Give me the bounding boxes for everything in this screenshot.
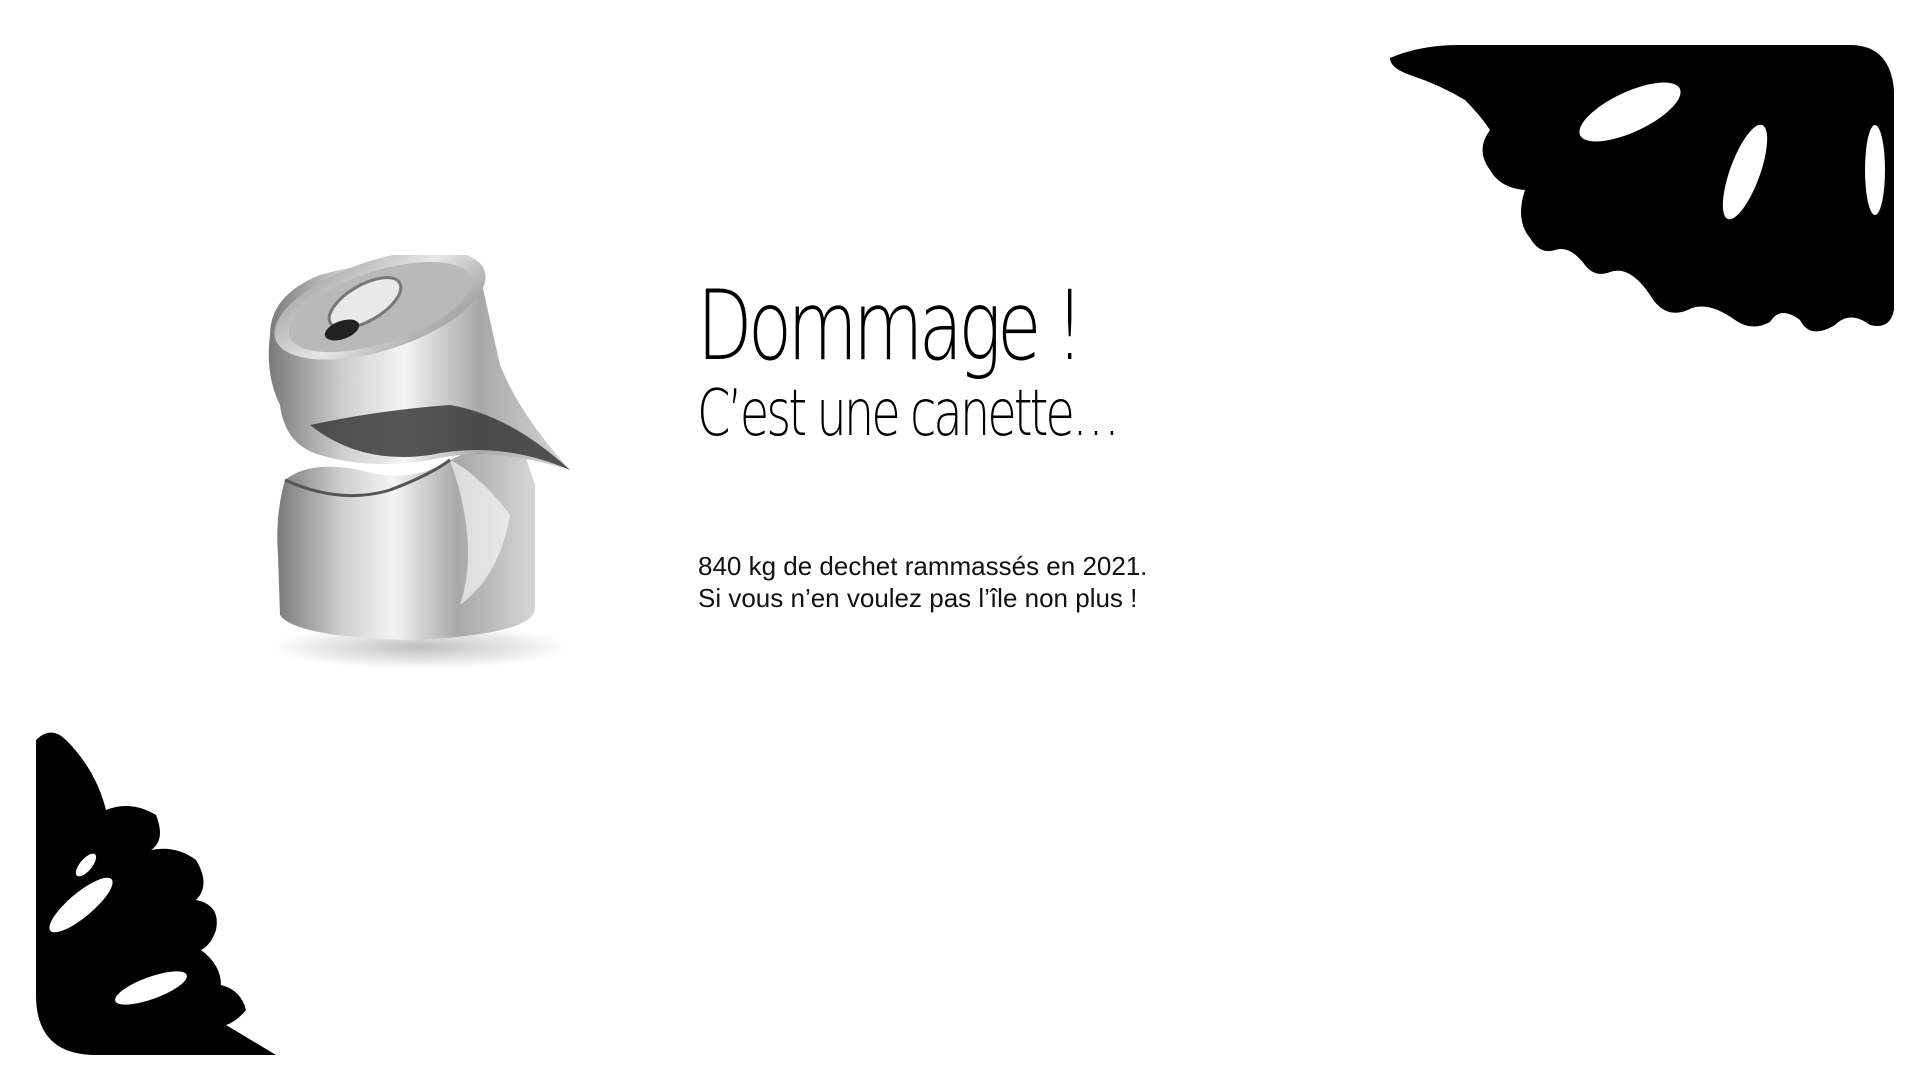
bottom-left-leaf-corner-icon [36, 732, 276, 1055]
page-subtitle: C’est une canette… [697, 377, 1120, 451]
body-line-2: Si vous n’en voulez pas l’île non plus ! [698, 583, 1138, 613]
page-title: Dommage ! [697, 270, 1084, 382]
body-line-1: 840 kg de dechet rammassés en 2021. [698, 551, 1148, 581]
crushed-can-image [268, 255, 570, 669]
body-copy: 840 kg de dechet rammassés en 2021. Si v… [698, 550, 1148, 614]
title-block: Dommage ! C’est une canette… [697, 278, 1597, 446]
